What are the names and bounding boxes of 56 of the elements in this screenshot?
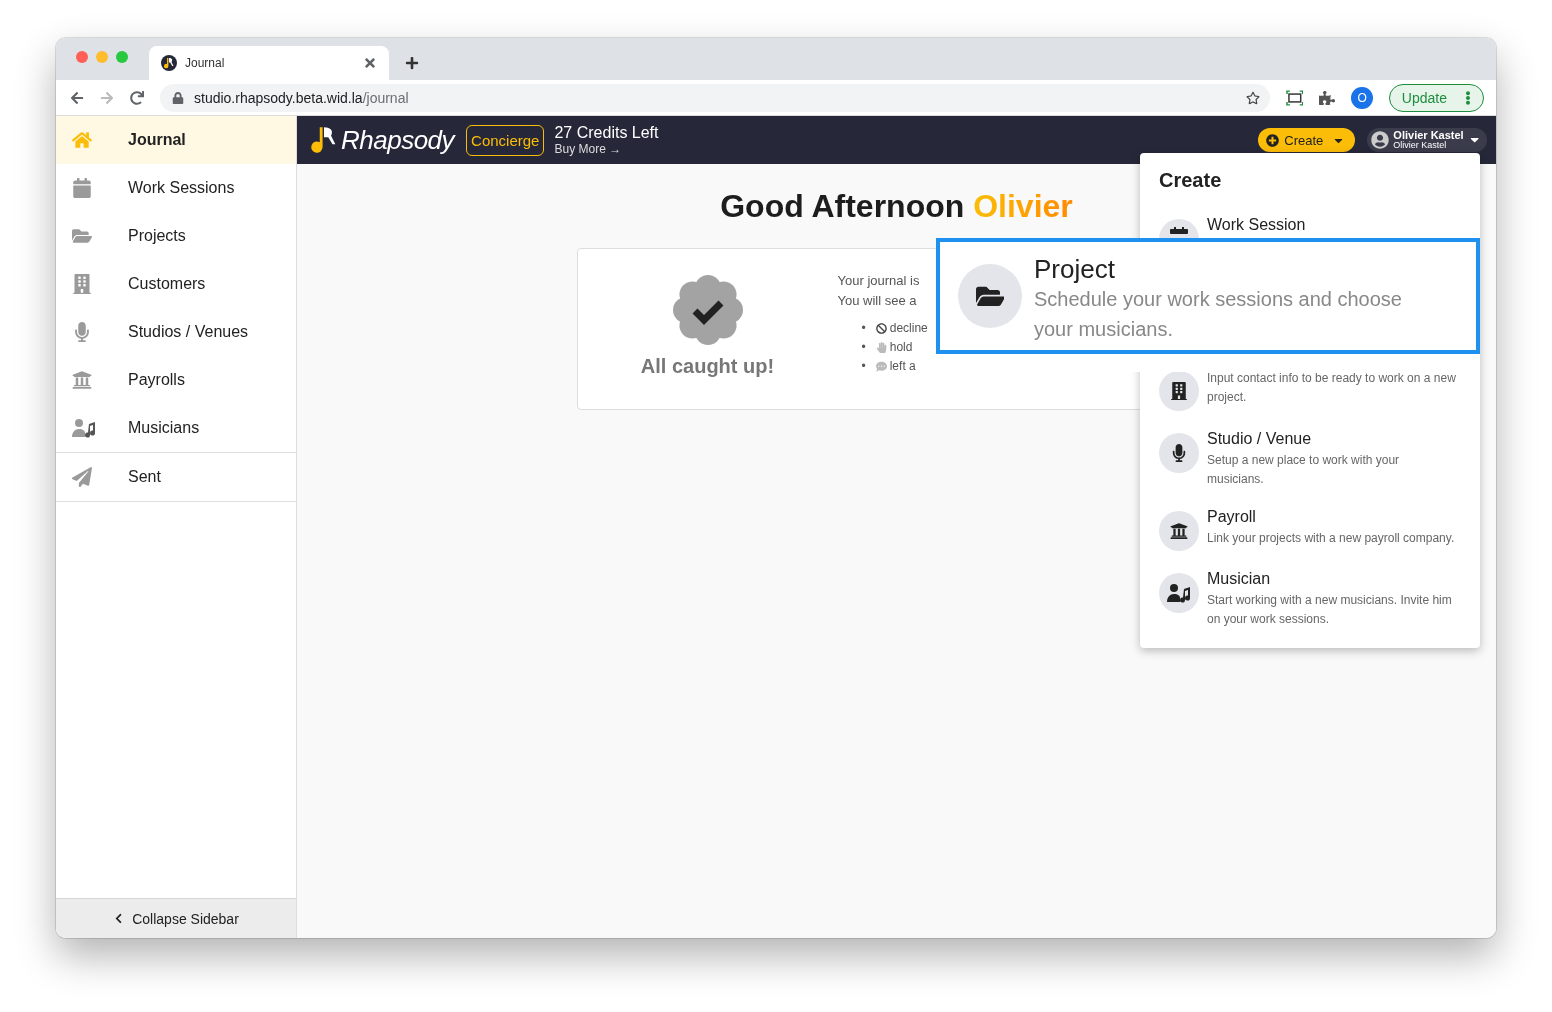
menu-item[interactable]: Musician Start working with a new musicians. Invite him on your work sessions. — [1159, 569, 1467, 629]
concierge-badge: Concierge — [466, 124, 545, 156]
rhapsody-logo[interactable]: Rhapsody — [307, 120, 455, 160]
building-icon — [1170, 382, 1188, 400]
journal-info-text: You will see a — [837, 292, 918, 310]
prohibited-icon — [875, 323, 887, 334]
buy-more-link[interactable]: Buy More → — [554, 142, 659, 156]
screen-capture-icon[interactable] — [1285, 89, 1304, 106]
menu-item[interactable]: Payroll Link your projects with a new payroll company. — [1159, 507, 1467, 551]
star-icon[interactable] — [1245, 90, 1260, 105]
check-badge-icon — [672, 275, 743, 345]
user-icon — [1371, 131, 1390, 149]
calendar-icon — [1170, 227, 1188, 234]
reload-icon[interactable] — [130, 90, 144, 105]
home-icon — [72, 130, 92, 150]
hand-icon — [875, 342, 887, 353]
profile-avatar[interactable]: O — [1351, 86, 1373, 109]
all-caught-up-text: All caught up! — [640, 355, 775, 378]
journal-info-text: Your journal is — [837, 272, 921, 290]
paper-plane-icon — [72, 467, 92, 487]
folder-icon — [72, 226, 92, 246]
microphone-icon — [1170, 444, 1188, 462]
favicon-icon — [161, 55, 177, 71]
speech-bubble-icon — [875, 361, 887, 372]
person-note-icon — [1167, 583, 1191, 603]
puzzle-icon[interactable] — [1319, 89, 1336, 106]
legend-text: decline — [889, 320, 928, 337]
bullet: • — [861, 358, 866, 375]
person-note-icon — [72, 418, 96, 438]
calendar-icon — [72, 178, 92, 198]
browser-tab[interactable]: Journal — [149, 46, 389, 80]
credits-left: 27 Credits Left — [554, 124, 659, 142]
update-button[interactable]: Update — [1388, 83, 1484, 112]
legend-text: left a — [889, 358, 916, 375]
create-button[interactable]: Create — [1258, 128, 1356, 152]
sidebar-item[interactable]: Journal — [56, 116, 296, 164]
back-icon[interactable] — [70, 90, 84, 105]
project-highlight-tooltip[interactable]: Project Schedule your work sessions and choose your musicians. — [936, 238, 1480, 372]
bullet: • — [861, 320, 866, 337]
menu-title: Create — [1159, 169, 1223, 192]
microphone-icon — [72, 322, 92, 342]
menu-item[interactable]: Studio / Venue Setup a new place to work with your musicians. — [1159, 429, 1467, 489]
bullet: • — [861, 339, 866, 356]
bank-icon — [72, 370, 92, 390]
greeting-heading: Good Afternoon Olivier — [720, 187, 1073, 226]
sidebar-item[interactable]: Sent — [56, 452, 296, 502]
plus-icon — [1266, 133, 1280, 147]
lock-icon — [172, 91, 184, 104]
user-menu-button[interactable]: Olivier Kastel Olivier Kastel — [1367, 128, 1487, 152]
bank-icon — [1170, 522, 1188, 540]
new-tab-icon[interactable] — [405, 56, 419, 70]
close-tab-icon[interactable] — [363, 56, 377, 70]
collapse-sidebar-button[interactable]: Collapse Sidebar — [56, 898, 296, 938]
building-icon — [72, 274, 92, 294]
address-bar[interactable]: studio.rhapsody.beta.wid.la/journal — [160, 83, 1270, 112]
legend-text: hold — [889, 339, 913, 356]
